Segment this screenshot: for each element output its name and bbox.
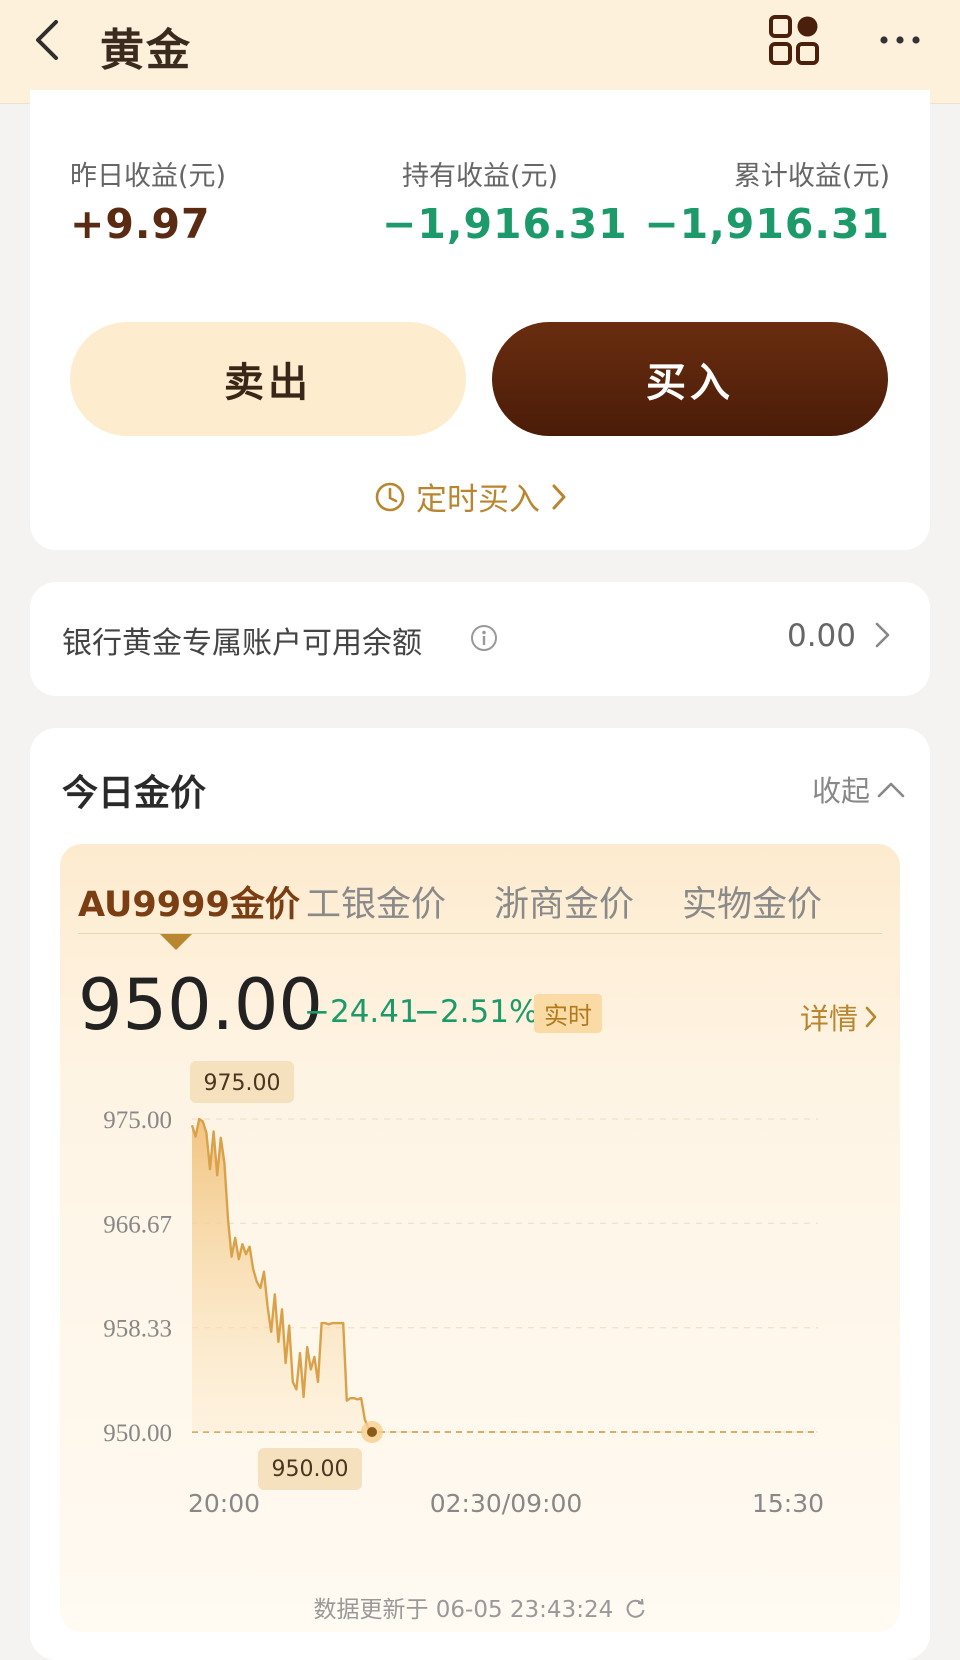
x-tick-label: 15:30 [752, 1489, 824, 1518]
gold-price-panel: AU9999金价 工银金价 浙商金价 实物金价 950.00 −24.41 −2… [60, 844, 900, 1632]
chevron-right-icon [875, 622, 890, 648]
high-label: 975.00 [204, 1071, 281, 1096]
holding-earnings-label: 持有收益(元) [402, 161, 559, 192]
section-title: 今日金价 [62, 773, 207, 814]
update-footnote: 数据更新于 06-05 23:43:24 [60, 1590, 900, 1624]
more-button[interactable] [876, 22, 924, 58]
clock-icon [375, 482, 405, 511]
chevron-up-icon [877, 782, 905, 798]
price-chart: 975.00 966.67 958.33 950.00 20:00 02:30/09:0… [103, 1061, 824, 1518]
low-label: 950.00 [272, 1457, 349, 1482]
earnings-card: 昨日收益(元) +9.97 持有收益(元) −1,916.31 累计收益(元) … [30, 90, 930, 550]
back-button[interactable] [28, 18, 72, 62]
yesterday-earnings-value: +9.97 [70, 200, 211, 248]
balance-card[interactable]: 银行黄金专属账户可用余额 0.00 [30, 582, 930, 696]
info-icon[interactable] [470, 624, 498, 652]
cumulative-earnings-label: 累计收益(元) [733, 161, 890, 192]
holding-earnings-value: −1,916.31 [382, 200, 628, 248]
y-tick-label: 950.00 [103, 1420, 172, 1447]
chevron-right-icon [552, 484, 566, 509]
y-tick-label: 975.00 [103, 1107, 172, 1134]
balance-value: 0.00 [786, 618, 856, 654]
x-tick-label: 20:00 [188, 1489, 260, 1518]
collapse-label: 收起 [811, 774, 870, 808]
update-time: 数据更新于 06-05 23:43:24 [313, 1597, 614, 1623]
current-point [367, 1427, 377, 1437]
cumulative-earnings-value: −1,916.31 [644, 200, 890, 248]
y-tick-label: 966.67 [103, 1211, 172, 1238]
scheduled-buy-label: 定时买入 [416, 482, 540, 518]
more-dots-icon [880, 36, 920, 44]
page-title: 黄金 [100, 25, 192, 76]
y-tick-label: 958.33 [103, 1316, 172, 1343]
collapse-button[interactable]: 收起 [812, 768, 906, 810]
sell-button[interactable]: 卖出 [70, 322, 466, 436]
apps-grid-icon [769, 15, 819, 65]
buy-button[interactable]: 买入 [492, 322, 888, 436]
balance-label: 银行黄金专属账户可用余额 [62, 626, 422, 661]
gold-price-card: 今日金价 收起 AU9999金价 工银金价 浙商金价 实物金价 950.00 −… [30, 728, 930, 1660]
yesterday-earnings-label: 昨日收益(元) [70, 161, 227, 192]
scheduled-buy-link[interactable]: 定时买入 [374, 474, 568, 519]
apps-button[interactable] [768, 14, 820, 66]
top-bar: 黄金 [0, 0, 960, 104]
x-tick-label: 02:30/09:00 [430, 1489, 583, 1518]
refresh-icon[interactable] [625, 1598, 647, 1620]
chevron-left-icon [36, 20, 58, 60]
